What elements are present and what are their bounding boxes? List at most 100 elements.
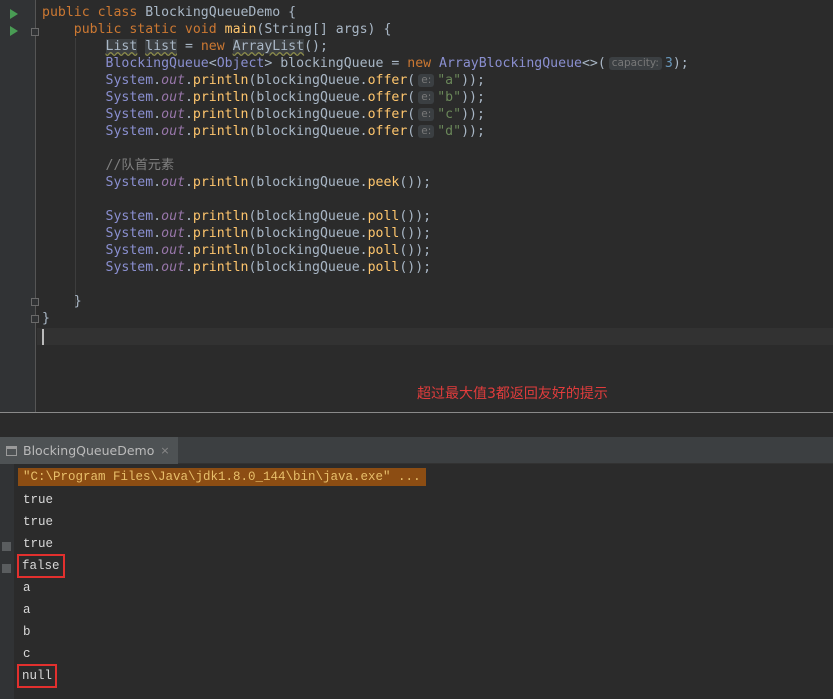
current-line-highlight bbox=[37, 328, 833, 345]
run-main-icon[interactable] bbox=[10, 26, 18, 36]
code-token: System bbox=[105, 73, 154, 88]
code-line[interactable]: BlockingQueue<Object> blockingQueue = ne… bbox=[42, 55, 689, 72]
code-token: [] args) { bbox=[311, 22, 392, 37]
code-token: . bbox=[184, 107, 193, 122]
code-token: BlockingQueue bbox=[105, 56, 209, 71]
code-token: = bbox=[177, 39, 201, 54]
code-token: poll bbox=[367, 243, 400, 258]
code-line[interactable]: public class BlockingQueueDemo { bbox=[42, 4, 296, 21]
code-line[interactable]: System.out.println(blockingQueue.offer(e… bbox=[42, 123, 485, 140]
console-tool-icon[interactable] bbox=[2, 542, 11, 551]
code-line[interactable]: System.out.println(blockingQueue.offer(e… bbox=[42, 72, 485, 89]
output-line: true bbox=[23, 537, 54, 551]
code-token: ()); bbox=[399, 243, 432, 258]
code-line[interactable]: public static void main(String[] args) { bbox=[42, 21, 392, 38]
code-token: . bbox=[153, 209, 162, 224]
code-token: ( bbox=[407, 73, 416, 88]
code-token: . bbox=[153, 260, 162, 275]
editor-gutter bbox=[0, 0, 39, 412]
code-token: ); bbox=[672, 56, 689, 71]
code-token: poll bbox=[367, 209, 400, 224]
code-token: new bbox=[407, 56, 440, 71]
code-token: println bbox=[192, 124, 249, 139]
code-token: ()); bbox=[399, 175, 432, 190]
code-token: )); bbox=[461, 73, 485, 88]
code-line[interactable]: System.out.println(blockingQueue.poll())… bbox=[42, 225, 432, 242]
code-token: . bbox=[184, 73, 193, 88]
code-token: "a" bbox=[437, 73, 462, 88]
code-token: out bbox=[161, 90, 185, 105]
code-token: (blockingQueue. bbox=[248, 90, 368, 105]
code-token: )); bbox=[461, 107, 485, 122]
console-window-icon bbox=[6, 445, 17, 456]
console-tool-icon[interactable] bbox=[2, 564, 11, 573]
close-tab-icon[interactable]: × bbox=[160, 444, 169, 457]
code-token: "b" bbox=[437, 90, 462, 105]
code-token: ( bbox=[407, 90, 416, 105]
code-token: offer bbox=[367, 107, 408, 122]
parameter-hint: e: bbox=[418, 108, 435, 121]
code-token: . bbox=[184, 209, 193, 224]
fold-icon[interactable] bbox=[31, 315, 39, 323]
fold-icon[interactable] bbox=[31, 298, 39, 306]
output-line: true bbox=[23, 493, 54, 507]
run-class-icon[interactable] bbox=[10, 9, 18, 19]
code-line[interactable]: System.out.println(blockingQueue.poll())… bbox=[42, 242, 432, 259]
console-output[interactable]: "C:\Program Files\Java\jdk1.8.0_144\bin\… bbox=[14, 464, 833, 699]
code-token: (blockingQueue. bbox=[248, 73, 368, 88]
output-line: true bbox=[23, 515, 54, 529]
code-token: System bbox=[105, 124, 154, 139]
output-line: c bbox=[23, 647, 31, 661]
code-line[interactable]: System.out.println(blockingQueue.offer(e… bbox=[42, 89, 485, 106]
code-token: . bbox=[184, 175, 193, 190]
code-token: println bbox=[192, 175, 249, 190]
code-token: . bbox=[153, 175, 162, 190]
code-line[interactable]: //队首元素 bbox=[42, 157, 175, 174]
run-panel: BlockingQueueDemo × "C:\Program Files\Ja… bbox=[0, 437, 833, 699]
annotation-text: 超过最大值3都返回友好的提示 bbox=[417, 386, 608, 402]
code-line[interactable]: List list = new ArrayList(); bbox=[42, 38, 328, 55]
run-tab-bar: BlockingQueueDemo × bbox=[0, 437, 833, 464]
code-line[interactable]: System.out.println(blockingQueue.offer(e… bbox=[42, 106, 485, 123]
code-line[interactable]: } bbox=[42, 293, 82, 310]
panel-splitter[interactable] bbox=[0, 412, 833, 437]
code-token: System bbox=[105, 107, 154, 122]
code-token: offer bbox=[367, 90, 408, 105]
code-token: (blockingQueue. bbox=[248, 226, 368, 241]
run-tab[interactable]: BlockingQueueDemo × bbox=[0, 437, 178, 464]
code-token: } bbox=[42, 311, 50, 326]
code-token: List bbox=[105, 39, 138, 54]
code-token: . bbox=[184, 90, 193, 105]
parameter-hint: e: bbox=[418, 125, 435, 138]
code-token: ArrayBlockingQueue bbox=[439, 56, 582, 71]
code-token: (); bbox=[304, 39, 328, 54]
code-line[interactable]: System.out.println(blockingQueue.poll())… bbox=[42, 208, 432, 225]
code-token: public class bbox=[42, 5, 146, 20]
fold-icon[interactable] bbox=[31, 28, 39, 36]
code-token: offer bbox=[367, 124, 408, 139]
code-line[interactable]: System.out.println(blockingQueue.peek())… bbox=[42, 174, 432, 191]
code-token: } bbox=[42, 294, 82, 309]
code-token: System bbox=[105, 260, 154, 275]
code-token: offer bbox=[367, 73, 408, 88]
code-token: System bbox=[105, 243, 154, 258]
code-line[interactable]: System.out.println(blockingQueue.poll())… bbox=[42, 259, 432, 276]
code-token: list bbox=[145, 39, 178, 54]
code-editor[interactable]: public class BlockingQueueDemo { public … bbox=[0, 0, 833, 412]
code-token: out bbox=[161, 124, 185, 139]
command-line: "C:\Program Files\Java\jdk1.8.0_144\bin\… bbox=[18, 468, 426, 486]
code-token: ()); bbox=[399, 209, 432, 224]
code-token: (blockingQueue. bbox=[248, 107, 368, 122]
code-token: poll bbox=[367, 226, 400, 241]
code-token: (blockingQueue. bbox=[248, 243, 368, 258]
code-line[interactable]: } bbox=[42, 310, 50, 327]
code-token: println bbox=[192, 226, 249, 241]
